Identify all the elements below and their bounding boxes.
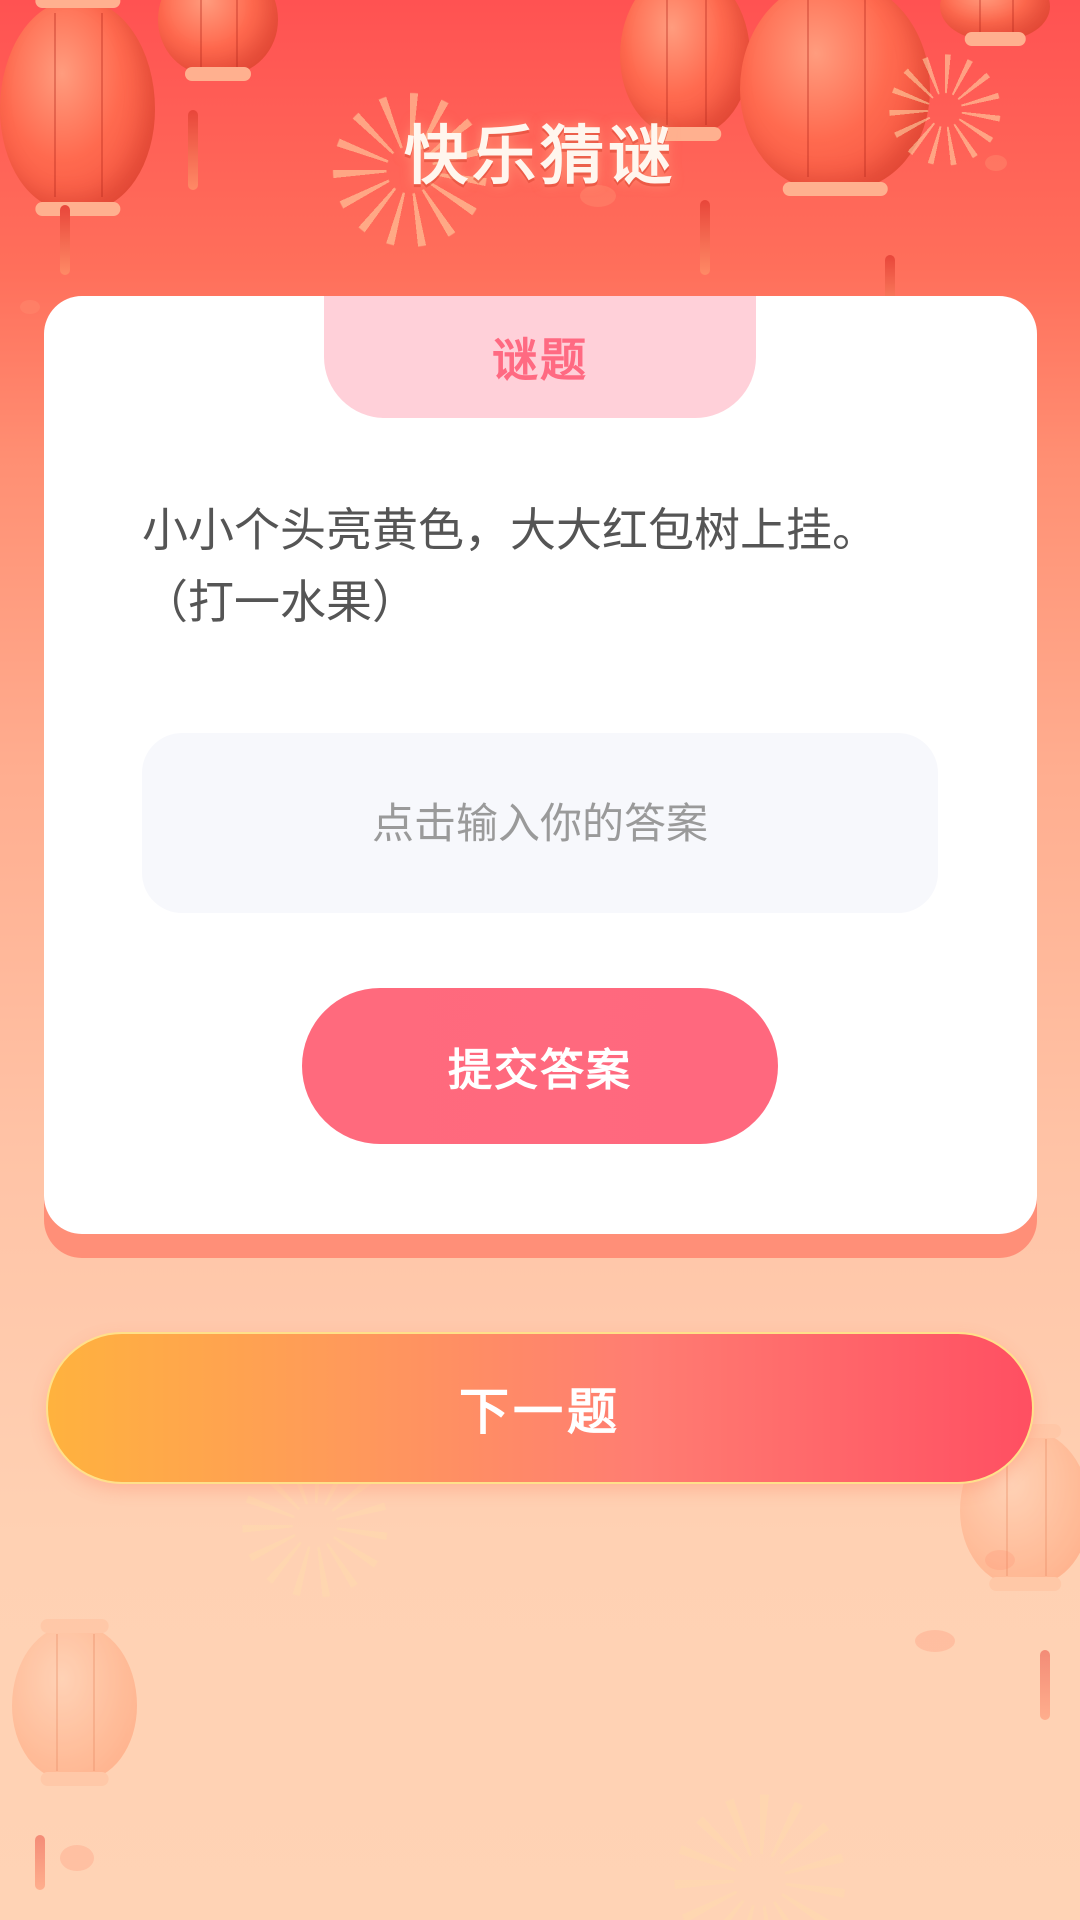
firework-icon: [660, 1780, 860, 1920]
submit-answer-button[interactable]: 提交答案: [302, 988, 778, 1144]
riddle-card: 谜题 小小个头亮黄色，大大红包树上挂。（打一水果） 提交答案: [44, 296, 1037, 1234]
lantern-icon: [158, 0, 278, 75]
next-question-button[interactable]: 下一题: [46, 1332, 1034, 1484]
answer-input[interactable]: [142, 733, 938, 913]
lantern-icon: [940, 0, 1050, 40]
riddle-tab: 谜题: [324, 296, 756, 418]
lantern-icon: [12, 1625, 137, 1780]
riddle-page: 快乐猜谜 谜题 小小个头亮黄色，大大红包树上挂。（打一水果） 提交答案 下一题: [0, 0, 1080, 1920]
riddle-question: 小小个头亮黄色，大大红包树上挂。（打一水果）: [142, 503, 878, 629]
riddle-tab-label: 谜题: [492, 333, 588, 387]
page-title: 快乐猜谜: [404, 120, 676, 194]
